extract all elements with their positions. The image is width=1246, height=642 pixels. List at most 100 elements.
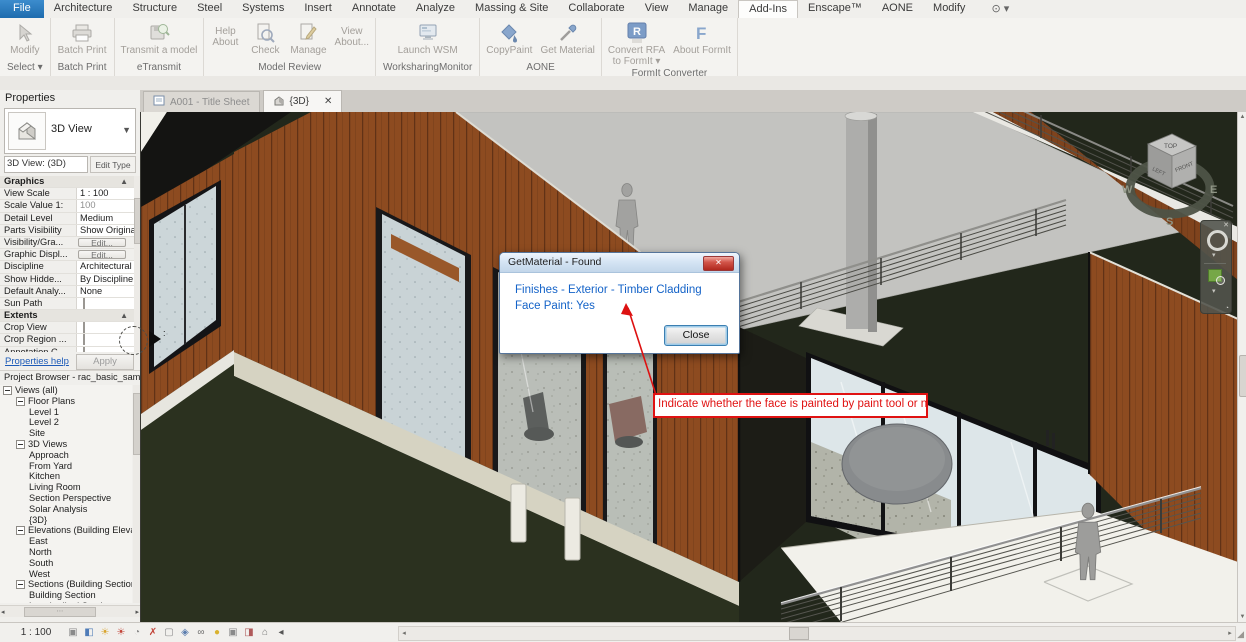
ribbon-tab-massing-site[interactable]: Massing & Site xyxy=(465,0,558,18)
ribbon-button-view[interactable]: View About... xyxy=(332,20,372,49)
properties-help-link[interactable]: Properties help xyxy=(5,356,69,367)
view-control-icon-6[interactable]: ✗ xyxy=(146,625,160,640)
ribbon-tab-systems[interactable]: Systems xyxy=(232,0,294,18)
horizontal-scrollbar[interactable]: ◂ ▸ xyxy=(398,626,1236,641)
checkbox[interactable] xyxy=(83,334,85,346)
ribbon-tab-modify[interactable]: Modify xyxy=(923,0,975,18)
view-control-icon-10[interactable]: ● xyxy=(210,625,224,640)
scale-indicator[interactable]: 1 : 100 xyxy=(14,626,58,639)
ribbon-button-convert-rfa[interactable]: R Convert RFA to FormIt ▾ xyxy=(605,20,668,68)
tree-item-sections-building-section-[interactable]: Sections (Building Section) xyxy=(0,579,132,590)
viewcube-top[interactable]: TOP xyxy=(1164,143,1177,150)
tree-item-west[interactable]: West xyxy=(0,569,132,580)
tree-item-living-room[interactable]: Living Room xyxy=(0,482,132,493)
close-button[interactable]: Close xyxy=(664,325,728,346)
tree-item-north[interactable]: North xyxy=(0,547,132,558)
browser-hscrollbar[interactable]: ◂ ⋯ ▸ xyxy=(0,605,140,617)
checkbox[interactable] xyxy=(83,297,85,309)
view-control-icon-13[interactable]: ⌂ xyxy=(258,625,272,640)
view-control-icon-8[interactable]: ◈ xyxy=(178,625,192,640)
navbar-options-icon[interactable]: ◔ xyxy=(1225,305,1229,312)
view-instance-combo[interactable]: 3D View: (3D) xyxy=(4,156,88,173)
ribbon-tab-manage[interactable]: Manage xyxy=(678,0,738,18)
view-tab-a001-title-sheet[interactable]: A001 - Title Sheet xyxy=(143,91,260,112)
ribbon-tab-add-ins[interactable]: Add-Ins xyxy=(738,0,799,18)
collapse-icon[interactable]: ▲ xyxy=(120,310,134,321)
tree-item-building-section[interactable]: Building Section xyxy=(0,590,132,601)
ribbon-button-launch-wsm[interactable]: Launch WSM xyxy=(395,20,461,57)
round-table[interactable] xyxy=(841,423,953,505)
property-value[interactable]: 1 : 100 xyxy=(76,188,134,200)
tree-item-from-yard[interactable]: From Yard xyxy=(0,461,132,472)
ribbon-tab-steel[interactable]: Steel xyxy=(187,0,232,18)
viewcube-south[interactable]: S xyxy=(1166,216,1173,228)
browser-vscrollbar[interactable] xyxy=(133,385,142,603)
ribbon-button-transmit-a-model[interactable]: Transmit a model xyxy=(118,20,201,57)
ribbon-tab-annotate[interactable]: Annotate xyxy=(342,0,406,18)
close-view-icon[interactable]: ✕ xyxy=(324,96,332,107)
tree-item-3d-views[interactable]: 3D Views xyxy=(0,439,132,450)
edit-button[interactable]: Edit... xyxy=(78,237,126,247)
checkbox[interactable] xyxy=(83,322,85,334)
view-control-icon-14[interactable]: ◂ xyxy=(274,625,288,640)
type-selector[interactable]: 3D View ▼ xyxy=(4,108,136,154)
tree-item--3d-[interactable]: {3D} xyxy=(0,515,132,526)
tree-item-south[interactable]: South xyxy=(0,558,132,569)
section-marker[interactable]: : xyxy=(119,324,166,360)
viewcube-west[interactable]: W xyxy=(1122,184,1133,196)
hscroll-thumb[interactable] xyxy=(789,627,809,640)
ribbon-button-copypaint[interactable]: CopyPaint xyxy=(483,20,535,57)
tree-item-views-all-[interactable]: Views (all) xyxy=(0,385,132,396)
chevron-down-icon[interactable]: ▾ xyxy=(1212,251,1216,259)
collapse-box-icon[interactable] xyxy=(16,396,25,406)
navbar-close-icon[interactable]: ✕ xyxy=(1223,221,1229,229)
edit-button[interactable]: Edit... xyxy=(78,250,126,259)
property-value[interactable]: Medium xyxy=(76,212,134,224)
chevron-down-icon[interactable]: ▼ xyxy=(122,125,131,135)
tree-item-level-2[interactable]: Level 2 xyxy=(0,417,132,428)
tree-item-floor-plans[interactable]: Floor Plans xyxy=(0,396,132,407)
property-value[interactable]: 100 xyxy=(76,200,134,212)
property-value[interactable]: None xyxy=(76,285,134,297)
view-control-icon-9[interactable]: ∞ xyxy=(194,625,208,640)
ribbon-button-help[interactable]: Help About xyxy=(207,20,243,49)
tree-item-elevations-building-elevation-[interactable]: Elevations (Building Elevation) xyxy=(0,525,132,536)
ribbon-tab-collaborate[interactable]: Collaborate xyxy=(558,0,634,18)
ribbon-tab-structure[interactable]: Structure xyxy=(122,0,187,18)
chevron-down-icon[interactable]: ▾ xyxy=(1212,287,1216,295)
tree-item-kitchen[interactable]: Kitchen xyxy=(0,471,132,482)
drawing-area[interactable]: GetMaterial - Found ✕ Finishes - Exterio… xyxy=(140,112,1238,622)
property-value[interactable]: Show Original xyxy=(76,224,134,236)
ribbon-tab-file[interactable]: File xyxy=(0,0,44,18)
ribbon-tab-view[interactable]: View xyxy=(635,0,679,18)
zoom-icon[interactable] xyxy=(1208,269,1225,285)
navigation-bar[interactable]: ✕ ▾ ▾ ◔ xyxy=(1200,220,1232,314)
property-value[interactable]: By Discipline xyxy=(76,273,134,285)
ribbon-tab-insert[interactable]: Insert xyxy=(294,0,342,18)
property-value[interactable]: Architectural xyxy=(76,261,134,273)
ribbon-tab-aone[interactable]: AONE xyxy=(872,0,923,18)
viewcube-east[interactable]: E xyxy=(1210,184,1217,196)
ribbon-button-check[interactable]: Check xyxy=(245,20,285,57)
edit-type-button[interactable]: Edit Type xyxy=(90,156,136,173)
collapse-box-icon[interactable] xyxy=(16,580,25,590)
checkbox[interactable] xyxy=(83,346,85,352)
view-control-icon-12[interactable]: ◨ xyxy=(242,625,256,640)
steering-whe el-icon[interactable] xyxy=(1207,230,1228,251)
view-tab--3d-[interactable]: {3D} ✕ xyxy=(262,90,343,112)
tree-item-site[interactable]: Site xyxy=(0,428,132,439)
tree-item-level-1[interactable]: Level 1 xyxy=(0,407,132,418)
tree-item-longitudinal-section[interactable]: Longitudinal Section xyxy=(0,601,132,603)
tree-item-approach[interactable]: Approach xyxy=(0,450,132,461)
dialog-close-icon[interactable]: ✕ xyxy=(703,256,734,271)
vscroll-thumb[interactable] xyxy=(1239,355,1246,397)
tree-item-section-perspective[interactable]: Section Perspective xyxy=(0,493,132,504)
ribbon-tab-analyze[interactable]: Analyze xyxy=(406,0,465,18)
tree-item-east[interactable]: East xyxy=(0,536,132,547)
ribbon-display-toggle-icon[interactable]: ⊙ ▾ xyxy=(981,0,1019,18)
collapse-icon[interactable]: ▲ xyxy=(120,176,134,187)
view-control-icon-3[interactable]: ☀ xyxy=(98,625,112,640)
resize-grip[interactable]: ◢ xyxy=(1237,629,1244,640)
ribbon-tab-enscape-[interactable]: Enscape™ xyxy=(798,0,872,18)
view-control-icon-5[interactable]: ◔ xyxy=(130,625,144,640)
